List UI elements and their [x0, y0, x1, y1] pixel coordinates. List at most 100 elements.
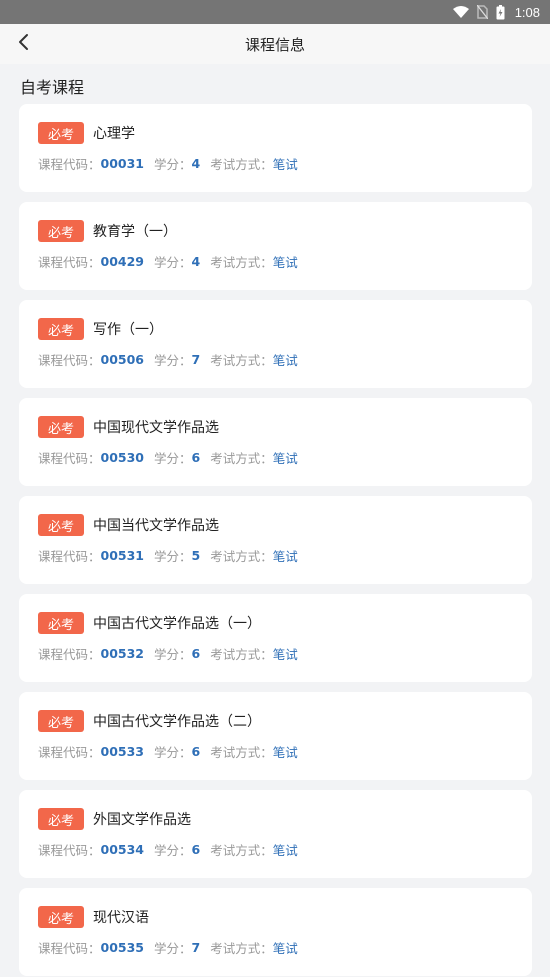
- course-credit: 5: [191, 547, 201, 563]
- credit-label: 学分：: [154, 254, 192, 270]
- exam-mode-label: 考试方式：: [210, 940, 273, 956]
- code-label: 课程代码：: [38, 352, 101, 368]
- status-bar: 1:08: [0, 0, 550, 24]
- course-code: 00031: [100, 155, 145, 171]
- required-tag: 必考: [38, 122, 84, 144]
- course-meta: 课程代码： 00429 学分： 4 考试方式： 笔试: [38, 252, 298, 270]
- course-meta: 课程代码： 00530 学分： 6 考试方式： 笔试: [38, 448, 298, 466]
- course-card[interactable]: 必考 写作（一） 课程代码： 00506 学分： 7 考试方式： 笔试: [19, 300, 532, 388]
- exam-mode: 笔试: [272, 842, 298, 858]
- code-label: 课程代码：: [38, 940, 101, 956]
- exam-mode-label: 考试方式：: [210, 646, 273, 662]
- exam-mode: 笔试: [272, 940, 298, 956]
- course-meta: 课程代码： 00533 学分： 6 考试方式： 笔试: [38, 742, 298, 760]
- course-card[interactable]: 必考 中国古代文学作品选（一） 课程代码： 00532 学分： 6 考试方式： 笔试: [19, 594, 532, 682]
- required-tag: 必考: [38, 710, 84, 732]
- required-tag: 必考: [38, 906, 84, 928]
- exam-mode-label: 考试方式：: [210, 254, 273, 270]
- course-credit: 6: [191, 645, 201, 661]
- code-label: 课程代码：: [38, 548, 101, 564]
- course-credit: 7: [191, 939, 201, 955]
- required-tag: 必考: [38, 612, 84, 634]
- credit-label: 学分：: [154, 352, 192, 368]
- required-tag: 必考: [38, 416, 84, 438]
- exam-mode-label: 考试方式：: [210, 450, 273, 466]
- chevron-left-icon: [18, 33, 30, 55]
- required-tag: 必考: [38, 220, 84, 242]
- required-tag: 必考: [38, 514, 84, 536]
- course-name: 中国现代文学作品选: [93, 420, 219, 436]
- course-code: 00534: [100, 841, 145, 857]
- course-name: 现代汉语: [93, 910, 149, 926]
- course-card[interactable]: 必考 中国现代文学作品选 课程代码： 00530 学分： 6 考试方式： 笔试: [19, 398, 532, 486]
- credit-label: 学分：: [154, 156, 192, 172]
- course-card[interactable]: 必考 外国文学作品选 课程代码： 00534 学分： 6 考试方式： 笔试: [19, 790, 532, 878]
- exam-mode: 笔试: [272, 156, 298, 172]
- exam-mode: 笔试: [272, 744, 298, 760]
- exam-mode: 笔试: [272, 352, 298, 368]
- exam-mode: 笔试: [272, 646, 298, 662]
- wifi-icon: [452, 6, 469, 18]
- page-title: 课程信息: [244, 35, 305, 54]
- course-code: 00532: [100, 645, 145, 661]
- course-credit: 6: [191, 841, 201, 857]
- course-code: 00429: [100, 253, 145, 269]
- course-list: 必考 心理学 课程代码： 00031 学分： 4 考试方式： 笔试 必考 教育学（一）…: [19, 104, 532, 977]
- exam-mode-label: 考试方式：: [210, 156, 273, 172]
- course-name: 心理学: [93, 126, 135, 142]
- back-button[interactable]: [10, 30, 38, 58]
- code-label: 课程代码：: [38, 842, 101, 858]
- course-meta: 课程代码： 00532 学分： 6 考试方式： 笔试: [38, 644, 298, 662]
- course-card[interactable]: 必考 心理学 课程代码： 00031 学分： 4 考试方式： 笔试: [19, 104, 532, 192]
- code-label: 课程代码：: [38, 744, 101, 760]
- course-meta: 课程代码： 00031 学分： 4 考试方式： 笔试: [38, 154, 298, 172]
- exam-mode-label: 考试方式：: [210, 548, 273, 564]
- course-code: 00530: [100, 449, 145, 465]
- course-credit: 4: [191, 155, 201, 171]
- credit-label: 学分：: [154, 646, 192, 662]
- exam-mode: 笔试: [272, 548, 298, 564]
- app-bar: 课程信息: [0, 24, 550, 64]
- course-meta: 课程代码： 00506 学分： 7 考试方式： 笔试: [38, 350, 298, 368]
- course-name: 中国古代文学作品选（一）: [93, 616, 261, 632]
- course-code: 00506: [100, 351, 145, 367]
- code-label: 课程代码：: [38, 254, 101, 270]
- course-meta: 课程代码： 00534 学分： 6 考试方式： 笔试: [38, 840, 298, 858]
- course-card[interactable]: 必考 中国古代文学作品选（二） 课程代码： 00533 学分： 6 考试方式： 笔试: [19, 692, 532, 780]
- no-sim-icon: [476, 5, 488, 19]
- exam-mode: 笔试: [272, 450, 298, 466]
- status-time: 1:08: [514, 4, 540, 20]
- course-credit: 6: [191, 449, 201, 465]
- credit-label: 学分：: [154, 744, 192, 760]
- course-name: 教育学（一）: [93, 224, 177, 240]
- code-label: 课程代码：: [38, 646, 101, 662]
- section-title: 自考课程: [20, 78, 85, 97]
- required-tag: 必考: [38, 808, 84, 830]
- course-name: 写作（一）: [93, 322, 163, 338]
- course-card[interactable]: 必考 中国当代文学作品选 课程代码： 00531 学分： 5 考试方式： 笔试: [19, 496, 532, 584]
- course-name: 中国古代文学作品选（二）: [93, 714, 261, 730]
- course-name: 外国文学作品选: [93, 812, 191, 828]
- exam-mode-label: 考试方式：: [210, 352, 273, 368]
- course-code: 00535: [100, 939, 145, 955]
- credit-label: 学分：: [154, 842, 192, 858]
- credit-label: 学分：: [154, 940, 192, 956]
- battery-icon: [496, 4, 505, 20]
- course-card[interactable]: 必考 现代汉语 课程代码： 00535 学分： 7 考试方式： 笔试: [19, 888, 532, 976]
- code-label: 课程代码：: [38, 156, 101, 172]
- course-meta: 课程代码： 00531 学分： 5 考试方式： 笔试: [38, 546, 298, 564]
- course-card[interactable]: 必考 教育学（一） 课程代码： 00429 学分： 4 考试方式： 笔试: [19, 202, 532, 290]
- exam-mode-label: 考试方式：: [210, 842, 273, 858]
- code-label: 课程代码：: [38, 450, 101, 466]
- course-credit: 4: [191, 253, 201, 269]
- course-meta: 课程代码： 00535 学分： 7 考试方式： 笔试: [38, 938, 298, 956]
- required-tag: 必考: [38, 318, 84, 340]
- course-name: 中国当代文学作品选: [93, 518, 219, 534]
- credit-label: 学分：: [154, 548, 192, 564]
- course-credit: 6: [191, 743, 201, 759]
- credit-label: 学分：: [154, 450, 192, 466]
- course-code: 00531: [100, 547, 145, 563]
- exam-mode: 笔试: [272, 254, 298, 270]
- course-code: 00533: [100, 743, 145, 759]
- exam-mode-label: 考试方式：: [210, 744, 273, 760]
